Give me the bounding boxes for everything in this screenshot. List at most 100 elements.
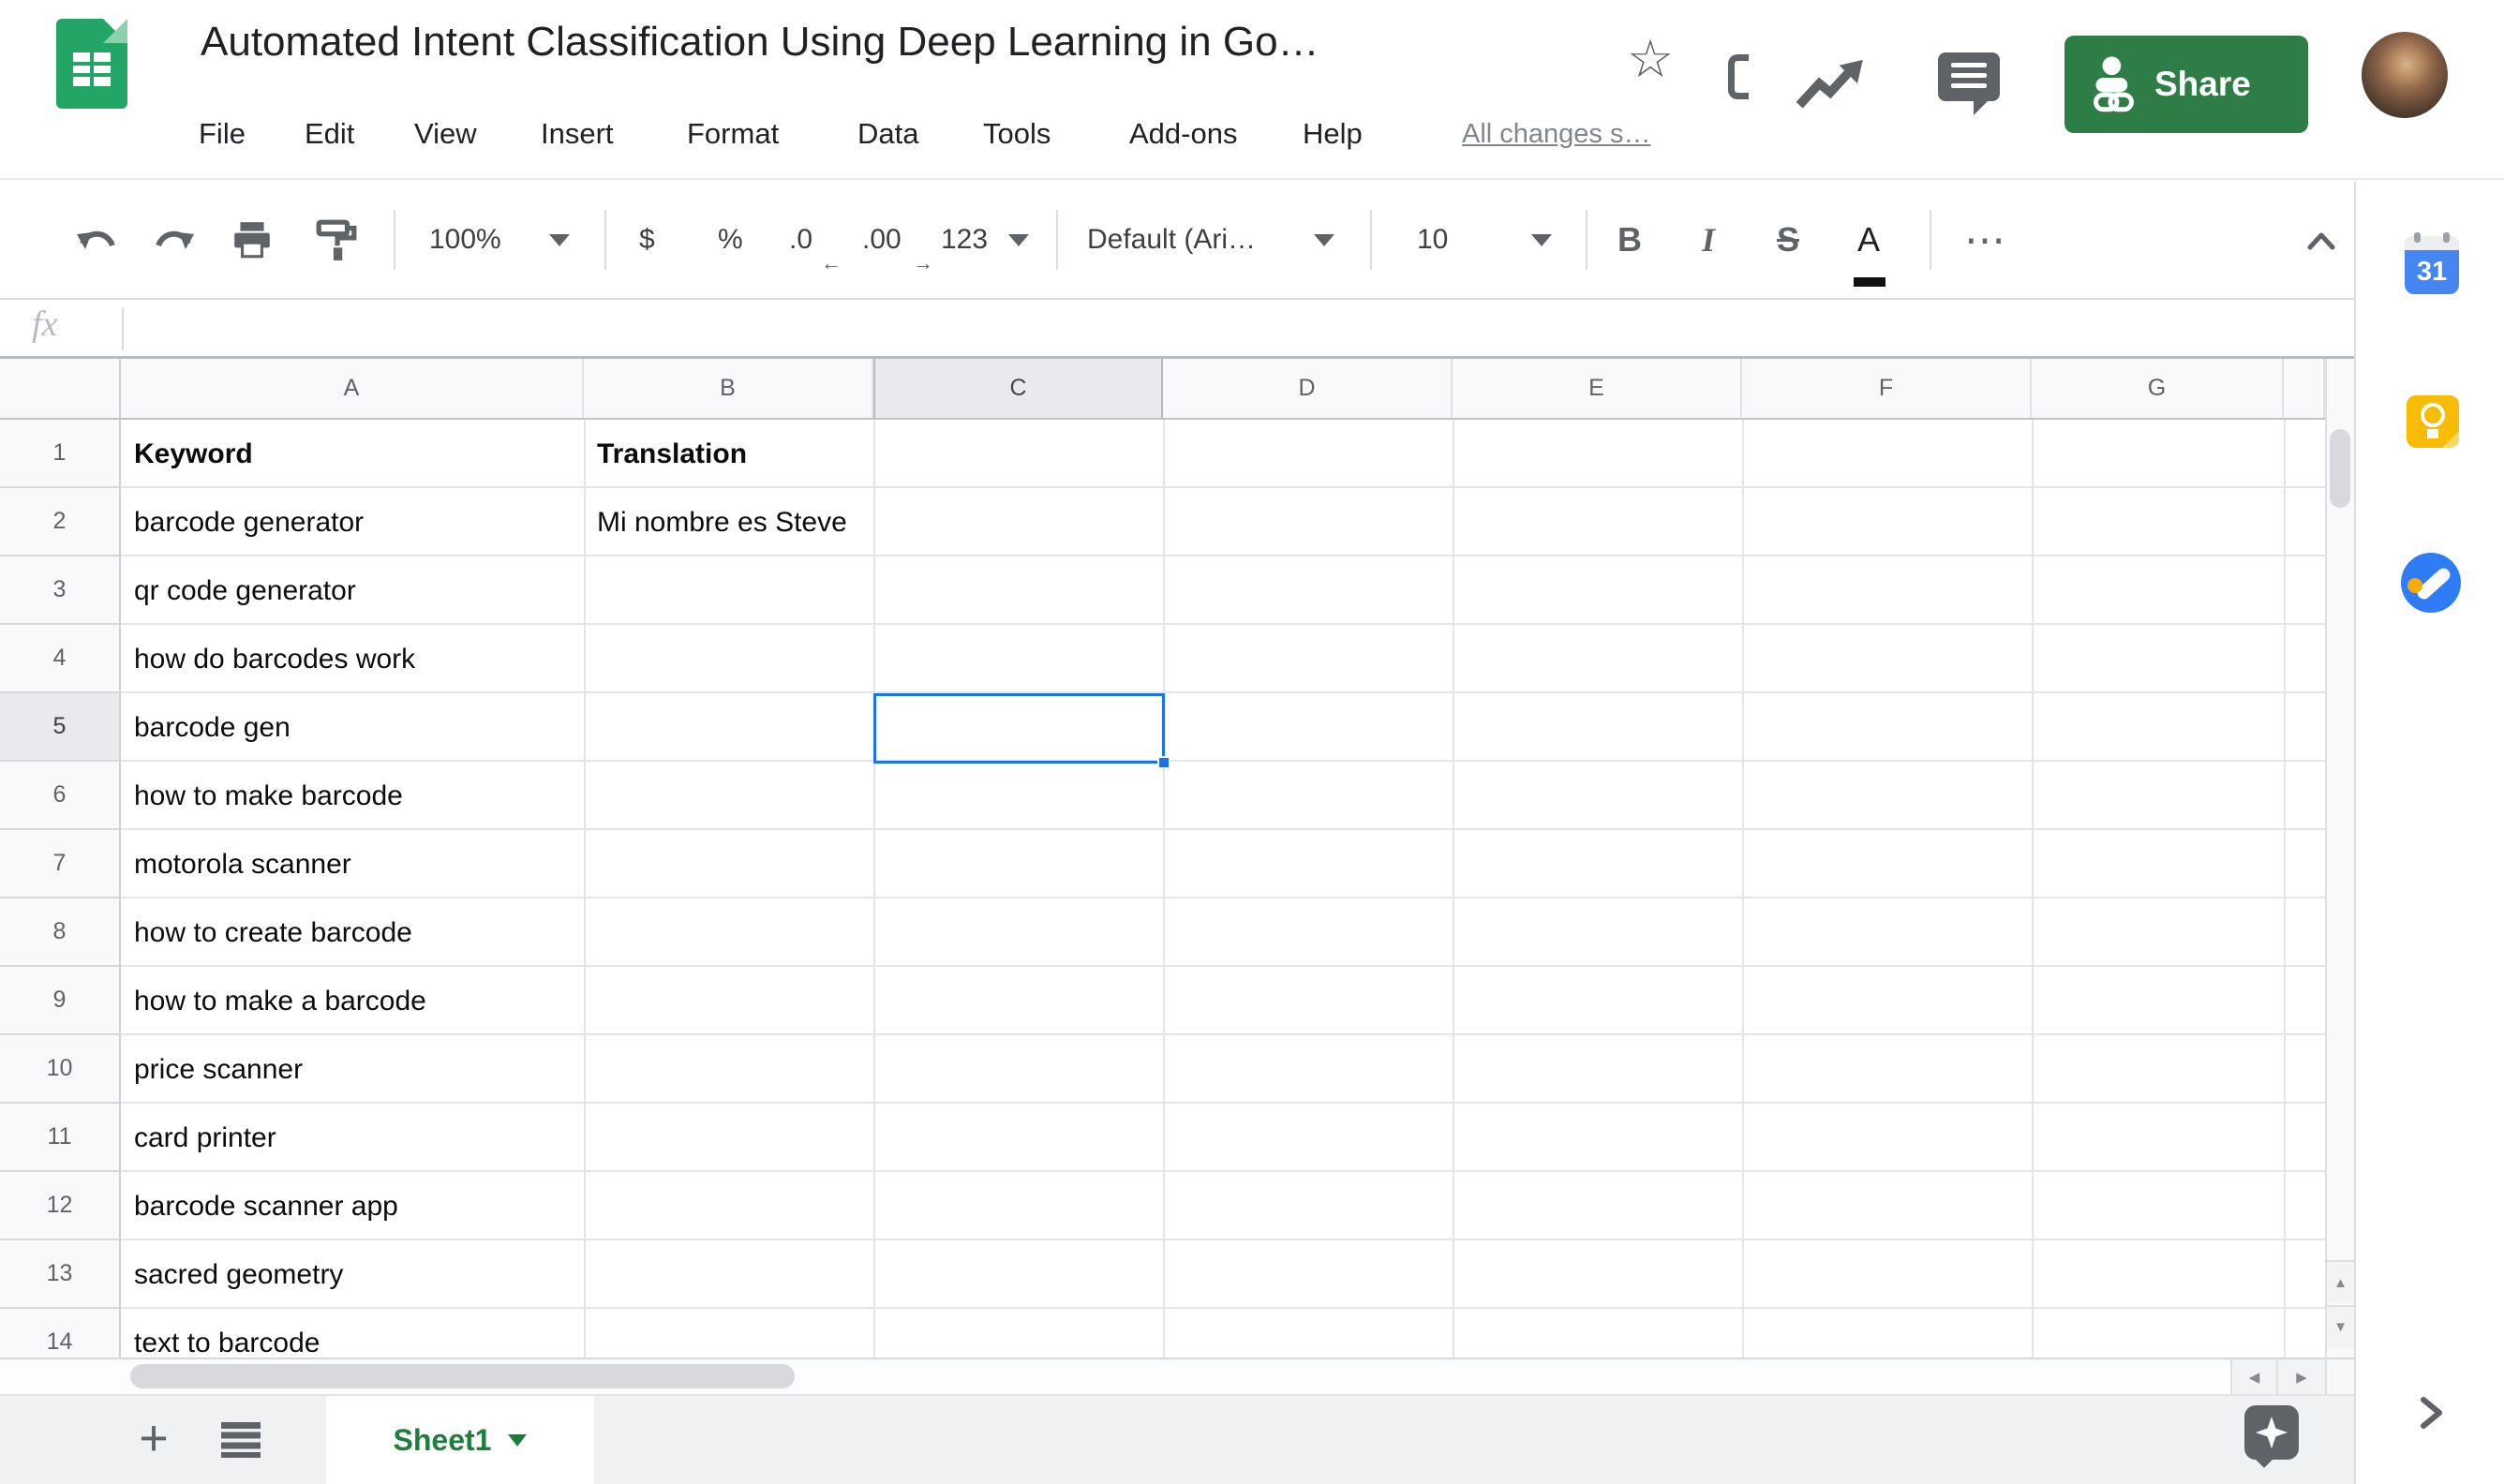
undo-icon[interactable] — [75, 219, 118, 260]
row-number[interactable]: 12 — [0, 1172, 119, 1240]
comment-icon[interactable] — [1938, 52, 2000, 115]
redo-icon[interactable] — [153, 219, 196, 260]
menu-addons[interactable]: Add-ons — [1129, 107, 1237, 161]
menu-file[interactable]: File — [199, 107, 246, 161]
paint-format-icon[interactable] — [315, 217, 358, 262]
scroll-down-button[interactable]: ▼ — [2325, 1305, 2354, 1347]
document-title[interactable]: Automated Intent Classification Using De… — [201, 19, 1319, 66]
font-size-caret-icon — [1531, 234, 1552, 246]
cell-a8[interactable]: how to create barcode — [134, 898, 570, 967]
scroll-left-button[interactable]: ◀ — [2230, 1358, 2276, 1394]
row-number[interactable]: 6 — [0, 762, 119, 830]
cell-a13[interactable]: sacred geometry — [134, 1240, 570, 1309]
star-icon[interactable]: ☆ — [1627, 28, 1674, 90]
select-all-corner[interactable] — [0, 359, 121, 418]
fill-handle[interactable] — [1157, 756, 1170, 769]
formula-bar-divider — [122, 307, 124, 350]
italic-button[interactable]: I — [1702, 182, 1715, 298]
scroll-up-button[interactable]: ▲ — [2325, 1260, 2354, 1303]
collapse-toolbar-icon[interactable] — [2305, 229, 2337, 253]
menu-format[interactable]: Format — [687, 107, 779, 161]
row-number[interactable]: 13 — [0, 1240, 119, 1309]
google-sheets-app: Automated Intent Classification Using De… — [0, 0, 2504, 1484]
strikethrough-button[interactable]: S — [1777, 182, 1799, 298]
cell-a1[interactable]: Keyword — [134, 420, 570, 488]
decrease-decimal-button[interactable]: .0 — [789, 182, 812, 298]
row-number-selected[interactable]: 5 — [0, 693, 119, 762]
more-toolbar-button[interactable]: ⋯ — [1964, 182, 2005, 298]
grid-line — [584, 420, 586, 1358]
sheet-tab-active[interactable]: Sheet1 — [326, 1396, 594, 1484]
cell-a2[interactable]: barcode generator — [134, 488, 570, 556]
menu-insert[interactable]: Insert — [541, 107, 614, 161]
cell-a7[interactable]: motorola scanner — [134, 830, 570, 898]
row-number[interactable]: 11 — [0, 1104, 119, 1172]
cell-a4[interactable]: how do barcodes work — [134, 625, 570, 693]
column-header-g[interactable]: G — [2032, 359, 2284, 418]
all-sheets-menu-icon[interactable] — [221, 1422, 261, 1458]
column-header-c[interactable]: C — [873, 359, 1163, 418]
menu-data[interactable]: Data — [857, 107, 918, 161]
increase-decimal-button[interactable]: .00 — [862, 182, 902, 298]
column-header-a[interactable]: A — [121, 359, 584, 418]
row-number[interactable]: 7 — [0, 830, 119, 898]
row-number[interactable]: 14 — [0, 1309, 119, 1358]
row-number[interactable]: 4 — [0, 625, 119, 693]
cell-a3[interactable]: qr code generator — [134, 556, 570, 625]
google-tasks-icon[interactable] — [2401, 553, 2461, 613]
add-sheet-button[interactable]: + — [122, 1394, 186, 1482]
cell-b2[interactable]: Mi nombre es Steve — [597, 488, 869, 556]
row-number[interactable]: 3 — [0, 556, 119, 625]
move-to-folder-icon[interactable] — [1728, 54, 1749, 99]
scroll-right-button[interactable]: ▶ — [2276, 1358, 2325, 1394]
format-percent-button[interactable]: % — [718, 182, 743, 298]
sheets-logo-icon[interactable] — [56, 19, 127, 109]
vertical-scrollbar-track[interactable] — [2325, 359, 2354, 1358]
zoom-select[interactable]: 100% — [429, 182, 501, 298]
format-currency-button[interactable]: $ — [639, 182, 655, 298]
number-format-button[interactable]: 123 — [941, 182, 988, 298]
cell-a5[interactable]: barcode gen — [134, 693, 570, 762]
formula-input[interactable] — [141, 300, 2333, 356]
row-number[interactable]: 9 — [0, 967, 119, 1035]
grid-line — [873, 420, 875, 1358]
row-number[interactable]: 10 — [0, 1035, 119, 1104]
row-number[interactable]: 2 — [0, 488, 119, 556]
font-family-select[interactable]: Default (Ari… — [1087, 182, 1256, 298]
explore-button[interactable] — [2244, 1405, 2299, 1468]
column-header-b[interactable]: B — [584, 359, 873, 418]
row-number[interactable]: 1 — [0, 420, 119, 488]
cell-a14[interactable]: text to barcode — [134, 1309, 570, 1358]
expand-side-panel-icon[interactable] — [2416, 1394, 2446, 1432]
column-header-partial[interactable] — [2284, 359, 2325, 418]
cell-a10[interactable]: price scanner — [134, 1035, 570, 1104]
cell-a11[interactable]: card printer — [134, 1104, 570, 1172]
menu-view[interactable]: View — [414, 107, 477, 161]
menu-help[interactable]: Help — [1303, 107, 1363, 161]
column-header-f[interactable]: F — [1742, 359, 2032, 418]
column-header-d[interactable]: D — [1163, 359, 1453, 418]
selected-cell-c5[interactable] — [873, 693, 1170, 769]
cell-a6[interactable]: how to make barcode — [134, 762, 570, 830]
insights-trend-icon[interactable] — [1794, 58, 1867, 112]
user-avatar[interactable] — [2362, 32, 2448, 118]
google-keep-icon[interactable] — [2407, 395, 2459, 448]
toolbar-divider — [1370, 210, 1372, 270]
cell-a12[interactable]: barcode scanner app — [134, 1172, 570, 1240]
font-size-select[interactable]: 10 — [1417, 182, 1448, 298]
horizontal-scrollbar-thumb[interactable] — [130, 1364, 795, 1388]
row-number[interactable]: 8 — [0, 898, 119, 967]
print-icon[interactable] — [231, 219, 274, 260]
menu-edit[interactable]: Edit — [305, 107, 354, 161]
share-button[interactable]: Share — [2064, 36, 2308, 133]
column-header-row: A B C D E F G — [0, 359, 2325, 420]
bold-button[interactable]: B — [1617, 182, 1642, 298]
google-calendar-icon[interactable]: 31 — [2405, 232, 2459, 294]
cell-b1[interactable]: Translation — [597, 420, 869, 488]
column-header-e[interactable]: E — [1453, 359, 1742, 418]
cell-a9[interactable]: how to make a barcode — [134, 967, 570, 1035]
vertical-scrollbar-thumb[interactable] — [2330, 429, 2350, 508]
menu-tools[interactable]: Tools — [983, 107, 1051, 161]
spreadsheet-grid[interactable]: 1 2 3 4 5 6 7 8 9 10 11 12 13 14 Keyword… — [0, 420, 2325, 1358]
save-status-link[interactable]: All changes s… — [1462, 107, 1651, 161]
